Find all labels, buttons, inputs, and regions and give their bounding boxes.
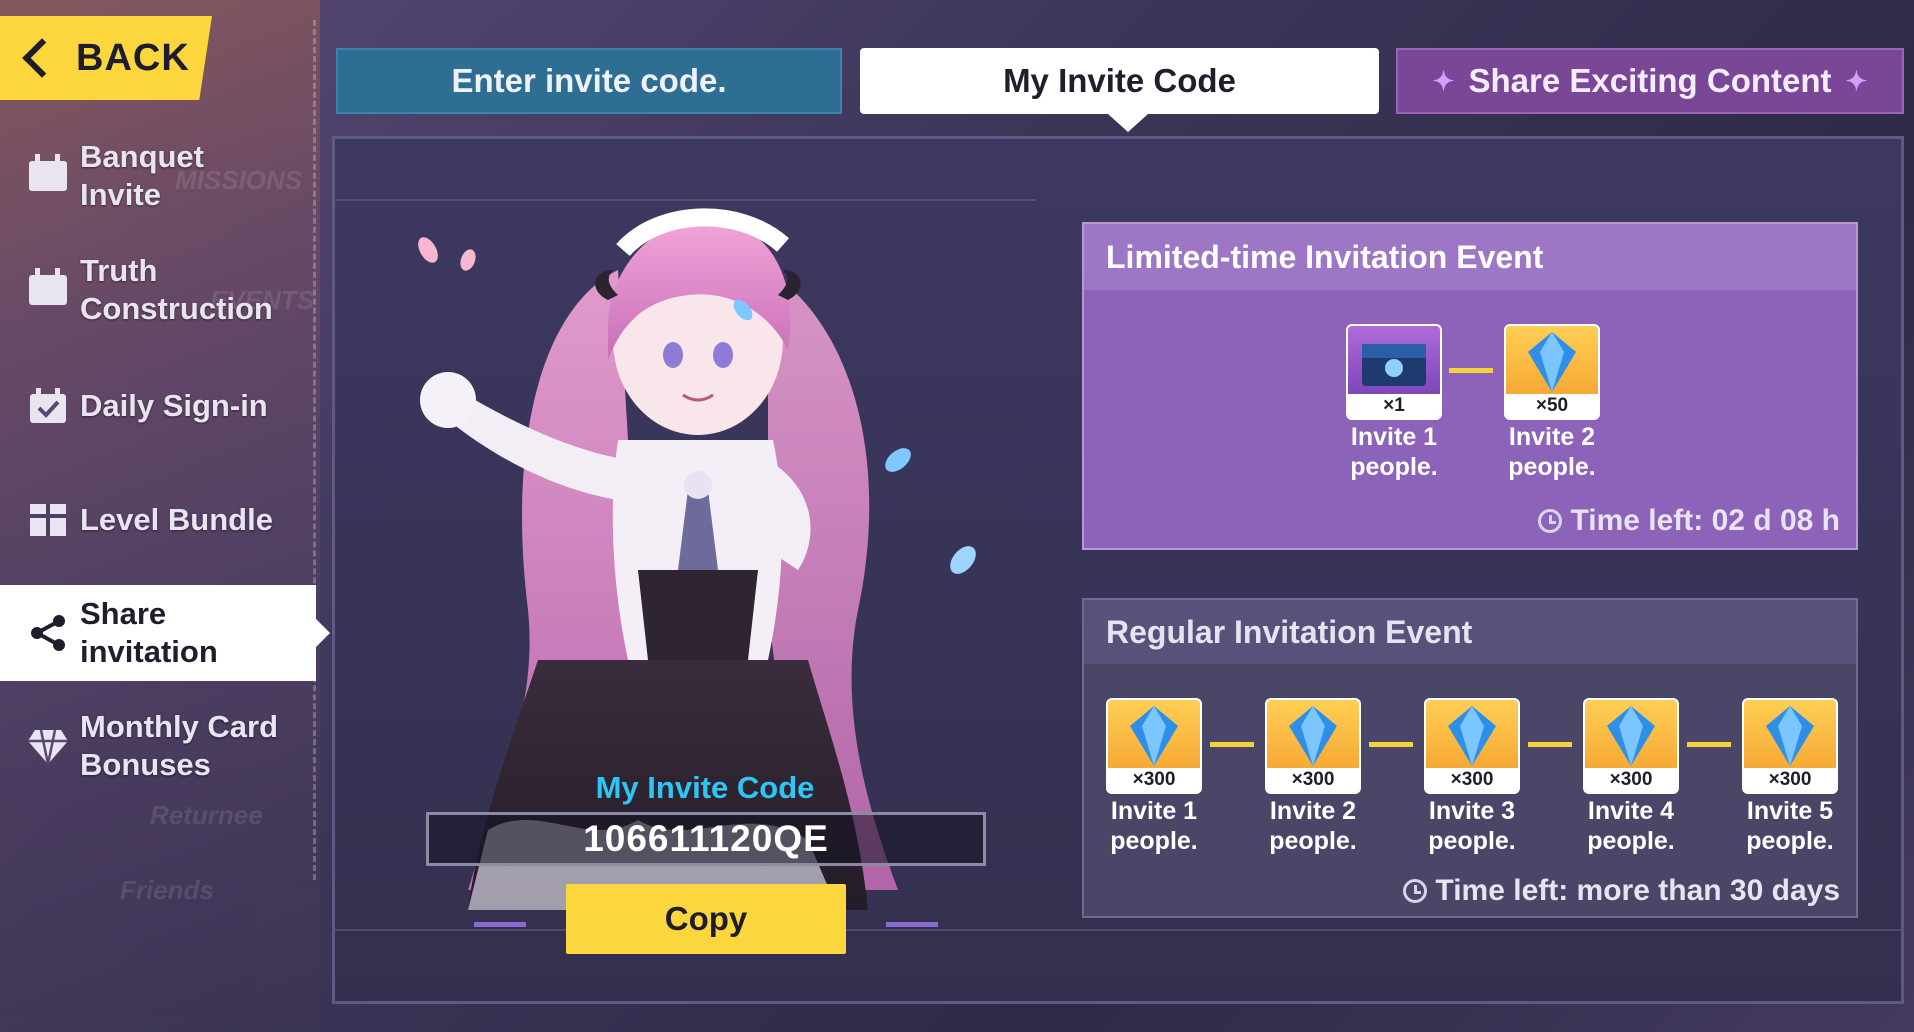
- sidebar-item-level-bundle[interactable]: Level Bundle: [0, 498, 316, 542]
- back-label: BACK: [76, 36, 190, 79]
- sidebar-item-truth-construction[interactable]: Truth Construction: [0, 252, 316, 328]
- reward-label: people.: [1428, 827, 1516, 855]
- sparkle-icon: ✦: [1432, 65, 1455, 96]
- sparkle-icon: ✦: [1845, 65, 1868, 96]
- sidebar-item-label: Construction: [80, 291, 273, 326]
- reward-connector: [1687, 742, 1731, 747]
- reward-connector: [1528, 742, 1572, 747]
- reward-quantity: ×300: [1108, 768, 1200, 792]
- reward-item[interactable]: ×300 Invite 4 people.: [1583, 698, 1679, 856]
- reward-label: Invite 2: [1269, 797, 1357, 825]
- gem-icon: [26, 724, 70, 768]
- limited-event-time-left: Time left: 02 d 08 h: [1538, 504, 1840, 538]
- reward-quantity: ×1: [1348, 394, 1440, 418]
- copy-label: Copy: [664, 900, 748, 937]
- crystal-icon: ×300: [1265, 698, 1361, 794]
- share-icon: [26, 611, 70, 655]
- crystal-icon: ×50: [1504, 324, 1600, 420]
- reward-quantity: ×300: [1426, 768, 1518, 792]
- tab-label: Share Exciting Content: [1468, 62, 1832, 99]
- calendar-icon: [26, 154, 70, 198]
- time-left-text: Time left: more than 30 days: [1435, 874, 1840, 907]
- reward-connector: [1210, 742, 1254, 747]
- clock-icon: [1538, 509, 1563, 533]
- reward-label: people.: [1350, 453, 1438, 481]
- sidebar-item-label: Bonuses: [80, 747, 211, 782]
- regular-event-time-left: Time left: more than 30 days: [1403, 874, 1840, 908]
- reward-label: Invite 4: [1587, 797, 1675, 825]
- reward-label: people.: [1110, 827, 1198, 855]
- reward-label: Invite 2: [1508, 423, 1596, 451]
- limited-event-title: Limited-time Invitation Event: [1084, 224, 1856, 290]
- reward-label: Invite 3: [1428, 797, 1516, 825]
- sidebar-item-label: Monthly Card: [80, 709, 279, 744]
- sidebar-item-label: Invite: [80, 177, 161, 212]
- reward-item[interactable]: ×300 Invite 2 people.: [1265, 698, 1361, 856]
- crystal-icon: ×300: [1424, 698, 1520, 794]
- reward-item[interactable]: ×300 Invite 3 people.: [1424, 698, 1520, 856]
- crystal-icon: ×300: [1742, 698, 1838, 794]
- calendar-icon: [26, 268, 70, 312]
- decor-bar: [474, 922, 526, 927]
- copy-button[interactable]: Copy: [566, 884, 846, 954]
- gift-icon: [26, 498, 70, 542]
- back-button[interactable]: BACK: [0, 16, 212, 100]
- reward-item[interactable]: ×300 Invite 5 people.: [1742, 698, 1838, 856]
- crystal-icon: ×300: [1106, 698, 1202, 794]
- reward-label: people.: [1269, 827, 1357, 855]
- tab-enter-invite-code[interactable]: Enter invite code.: [336, 48, 842, 114]
- reward-label: people.: [1508, 453, 1596, 481]
- tab-label: Enter invite code.: [451, 62, 727, 99]
- tab-share-exciting-content[interactable]: ✦ Share Exciting Content ✦: [1396, 48, 1904, 114]
- reward-quantity: ×50: [1506, 394, 1598, 418]
- invite-code-title: My Invite Code: [595, 770, 815, 805]
- reward-connector: [1449, 368, 1493, 373]
- sidebar-item-label: Banquet: [80, 139, 204, 174]
- sidebar-item-monthly-card-bonuses[interactable]: Monthly Card Bonuses: [0, 708, 316, 784]
- tab-my-invite-code[interactable]: My Invite Code: [860, 48, 1379, 132]
- calendar-check-icon: [26, 384, 70, 428]
- limited-event-card: Limited-time Invitation Event ×1 Invite …: [1082, 222, 1858, 550]
- chevron-left-icon: [22, 38, 62, 78]
- regular-event-card: Regular Invitation Event ×300 Invite 1 pe…: [1082, 598, 1858, 918]
- reward-label: Invite 1: [1350, 423, 1438, 451]
- sidebar-item-label: Truth: [80, 253, 158, 288]
- reward-label: Invite 5: [1746, 797, 1834, 825]
- sidebar-item-label: invitation: [80, 634, 218, 669]
- reward-quantity: ×300: [1585, 768, 1677, 792]
- sidebar-item-label: Level Bundle: [80, 502, 273, 537]
- invite-code-field[interactable]: 106611120QE: [426, 812, 986, 866]
- reward-label: people.: [1746, 827, 1834, 855]
- sidebar-item-label: Share: [80, 596, 167, 631]
- invite-code-value: 106611120QE: [583, 818, 829, 859]
- regular-event-title: Regular Invitation Event: [1084, 600, 1856, 664]
- decor-bar: [886, 922, 938, 927]
- crystal-icon: ×300: [1583, 698, 1679, 794]
- reward-item[interactable]: ×50 Invite 2 people.: [1504, 324, 1600, 482]
- reward-quantity: ×300: [1267, 768, 1359, 792]
- reward-item[interactable]: ×1 Invite 1 people.: [1346, 324, 1442, 482]
- time-left-text: Time left: 02 d 08 h: [1570, 504, 1840, 537]
- tab-label: My Invite Code: [1003, 62, 1236, 99]
- reward-item[interactable]: ×300 Invite 1 people.: [1106, 698, 1202, 856]
- sidebar-item-banquet-invite[interactable]: Banquet Invite: [0, 138, 316, 214]
- treasure-chest-icon: ×1: [1346, 324, 1442, 420]
- reward-label: people.: [1587, 827, 1675, 855]
- reward-connector: [1369, 742, 1413, 747]
- sidebar-item-daily-sign-in[interactable]: Daily Sign-in: [0, 384, 316, 428]
- clock-icon: [1403, 879, 1428, 903]
- sidebar-item-share-invitation[interactable]: Share invitation: [0, 585, 330, 681]
- reward-label: Invite 1: [1110, 797, 1198, 825]
- sidebar-item-label: Daily Sign-in: [80, 388, 268, 423]
- reward-quantity: ×300: [1744, 768, 1836, 792]
